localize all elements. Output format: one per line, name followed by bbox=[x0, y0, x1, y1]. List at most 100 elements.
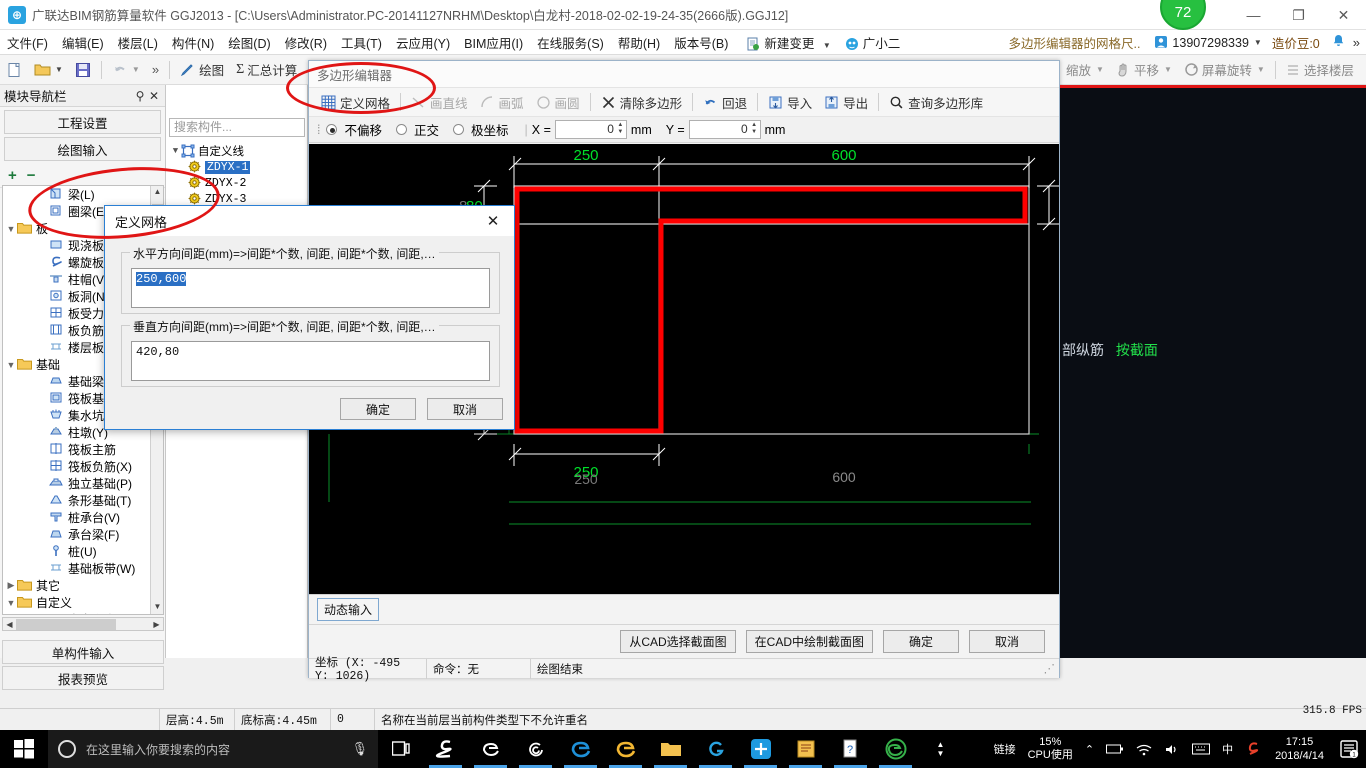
taskbar-ie-icon[interactable] bbox=[603, 730, 648, 768]
tree-twisty-icon[interactable]: ▼ bbox=[170, 146, 181, 156]
pin-icon[interactable]: ⚲ bbox=[133, 89, 147, 103]
draw-line-button[interactable]: 画直线 bbox=[405, 89, 474, 115]
score-badge[interactable]: 72 bbox=[1160, 0, 1206, 30]
draw-arc-button[interactable]: 画弧 bbox=[474, 89, 530, 115]
grid-cancel-button[interactable]: 取消 bbox=[427, 398, 503, 420]
component-list-item[interactable]: ZDYX-1 bbox=[166, 159, 308, 175]
expand-all-icon[interactable]: + bbox=[8, 167, 17, 184]
collapse-all-icon[interactable]: − bbox=[27, 167, 36, 184]
scroll-up-arrow-icon[interactable]: ▲ bbox=[151, 186, 163, 199]
hscroll-thumb[interactable] bbox=[16, 618, 116, 630]
toolbar-overflow-button[interactable]: » bbox=[146, 57, 165, 83]
tree-twisty-icon[interactable]: ▼ bbox=[5, 360, 17, 370]
component-tree-root[interactable]: ▼ 自定义线 bbox=[166, 143, 308, 159]
tree-horizontal-scrollbar[interactable]: ◀ ▶ bbox=[2, 617, 164, 631]
menu-tools[interactable]: 工具(T) bbox=[334, 31, 389, 54]
taskbar-browser-green-icon[interactable] bbox=[873, 730, 918, 768]
component-list-item[interactable]: ZDYX-2 bbox=[166, 175, 308, 191]
open-file-button[interactable]: ▼ bbox=[28, 57, 69, 83]
module-tree-item[interactable]: 自定义点 bbox=[3, 611, 163, 614]
tray-expand-icon[interactable]: ⌃ bbox=[1079, 730, 1100, 768]
define-grid-button[interactable]: 定义网格 bbox=[315, 89, 396, 115]
taskbar-g-icon[interactable] bbox=[693, 730, 738, 768]
dynamic-input-button[interactable]: 动态输入 bbox=[317, 598, 380, 621]
y-input[interactable]: 0 ▲ ▼ bbox=[688, 120, 761, 139]
start-button[interactable] bbox=[0, 730, 48, 768]
battery-icon[interactable] bbox=[1100, 730, 1130, 768]
menu-help[interactable]: 帮助(H) bbox=[611, 31, 667, 54]
tree-twisty-icon[interactable]: ▼ bbox=[5, 224, 17, 234]
minimize-button[interactable]: — bbox=[1231, 0, 1276, 30]
module-tree-item[interactable]: 筏板主筋 bbox=[3, 441, 163, 458]
nav-project-settings-button[interactable]: 工程设置 bbox=[4, 110, 161, 134]
taskbar-help-icon[interactable]: ? bbox=[828, 730, 873, 768]
pan-chevron-down-icon[interactable]: ▼ bbox=[1164, 65, 1172, 74]
orthogonal-radio[interactable] bbox=[396, 124, 407, 135]
chevron-down-icon[interactable]: ▼ bbox=[823, 41, 831, 50]
export-button[interactable]: 导出 bbox=[818, 89, 874, 115]
nav-single-component-input-button[interactable]: 单构件输入 bbox=[2, 640, 164, 664]
polygon-ok-button[interactable]: 确定 bbox=[883, 630, 959, 653]
save-button[interactable] bbox=[69, 57, 97, 83]
taskbar-notepad-icon[interactable] bbox=[783, 730, 828, 768]
x-spinner[interactable]: ▲ ▼ bbox=[616, 122, 625, 137]
module-tree-item[interactable]: ▶ 其它 bbox=[3, 577, 163, 594]
taskbar-app-s-icon[interactable] bbox=[423, 730, 468, 768]
account-chevron-down-icon[interactable]: ▼ bbox=[1254, 38, 1262, 47]
nav-drawing-input-button[interactable]: 绘图输入 bbox=[4, 137, 161, 161]
vertical-spacing-input[interactable]: 420,80 bbox=[131, 341, 490, 381]
resize-grip-icon[interactable]: ⋰ bbox=[1044, 661, 1060, 676]
polar-radio[interactable] bbox=[453, 124, 465, 135]
drag-handle-icon[interactable]: ⁞ bbox=[317, 123, 320, 137]
horizontal-spacing-input[interactable]: 250,600 bbox=[131, 268, 490, 308]
screen-rotate-button[interactable]: 屏幕旋转 ▼ bbox=[1178, 57, 1271, 83]
menu-bim[interactable]: BIM应用(I) bbox=[457, 31, 530, 54]
close-button[interactable]: ✕ bbox=[1321, 0, 1366, 30]
new-change-button[interactable]: 新建变更 ▼ bbox=[739, 31, 837, 54]
menu-file[interactable]: 文件(F) bbox=[0, 31, 55, 54]
module-tree-item[interactable]: 梁(L) bbox=[3, 186, 163, 203]
wifi-icon[interactable] bbox=[1130, 730, 1158, 768]
notification-center-icon[interactable]: 1 bbox=[1332, 730, 1366, 768]
draw-circle-button[interactable]: 画圆 bbox=[530, 89, 586, 115]
keyboard-icon[interactable] bbox=[1186, 730, 1216, 768]
menu-version[interactable]: 版本号(B) bbox=[667, 31, 735, 54]
summary-calc-button[interactable]: Σ 汇总计算 bbox=[230, 57, 303, 83]
menu-floor[interactable]: 楼层(L) bbox=[111, 31, 165, 54]
x-input[interactable]: 0 ▲ ▼ bbox=[554, 120, 627, 139]
pan-button[interactable]: 平移 ▼ bbox=[1110, 57, 1178, 83]
module-tree-item[interactable]: 桩(U) bbox=[3, 543, 163, 560]
menu-component[interactable]: 构件(N) bbox=[165, 31, 221, 54]
microphone-icon[interactable]: 🎙 bbox=[351, 741, 368, 757]
cpu-usage-indicator[interactable]: 15% CPU使用 bbox=[1022, 736, 1079, 762]
menu-edit[interactable]: 编辑(E) bbox=[55, 31, 111, 54]
import-button[interactable]: 导入 bbox=[762, 89, 818, 115]
menubar-overflow-button[interactable]: » bbox=[1351, 35, 1366, 50]
menu-modify[interactable]: 修改(R) bbox=[278, 31, 334, 54]
menu-draw[interactable]: 绘图(D) bbox=[221, 31, 277, 54]
polygon-cancel-button[interactable]: 取消 bbox=[969, 630, 1045, 653]
draw-button[interactable]: 绘图 bbox=[174, 57, 230, 83]
search-component-input[interactable]: 搜索构件... bbox=[169, 118, 305, 137]
hscroll-right-arrow-icon[interactable]: ▶ bbox=[150, 620, 163, 629]
define-grid-close-icon[interactable]: ✕ bbox=[472, 207, 514, 236]
module-tree-item[interactable]: ▼ 自定义 bbox=[3, 594, 163, 611]
taskbar-search-box[interactable]: 在这里输入你要搜索的内容 🎙 bbox=[48, 730, 378, 768]
tree-twisty-icon[interactable]: ▶ bbox=[5, 580, 17, 591]
guang-xiao-er-button[interactable]: 广小二 bbox=[838, 31, 908, 54]
select-floor-button[interactable]: 选择楼层 bbox=[1280, 57, 1360, 83]
scroll-down-arrow-icon[interactable]: ▼ bbox=[151, 601, 163, 614]
panel-close-icon[interactable]: ✕ bbox=[147, 89, 161, 103]
no-offset-radio[interactable] bbox=[326, 124, 338, 135]
query-polygon-library-button[interactable]: 查询多边形库 bbox=[883, 89, 989, 115]
zoom-button[interactable]: 缩放 ▼ bbox=[1060, 57, 1110, 83]
taskbar-glodon-icon[interactable] bbox=[738, 730, 783, 768]
module-tree-item[interactable]: 条形基础(T) bbox=[3, 492, 163, 509]
module-tree-item[interactable]: 筏板负筋(X) bbox=[3, 458, 163, 475]
tree-twisty-icon[interactable]: ▼ bbox=[5, 598, 17, 608]
zoom-chevron-down-icon[interactable]: ▼ bbox=[1096, 65, 1104, 74]
y-spinner[interactable]: ▲ ▼ bbox=[750, 122, 759, 137]
module-tree-item[interactable]: 独立基础(P) bbox=[3, 475, 163, 492]
chevron-up-icon[interactable]: ▲ bbox=[937, 740, 945, 749]
maximize-button[interactable]: ❐ bbox=[1276, 0, 1321, 30]
